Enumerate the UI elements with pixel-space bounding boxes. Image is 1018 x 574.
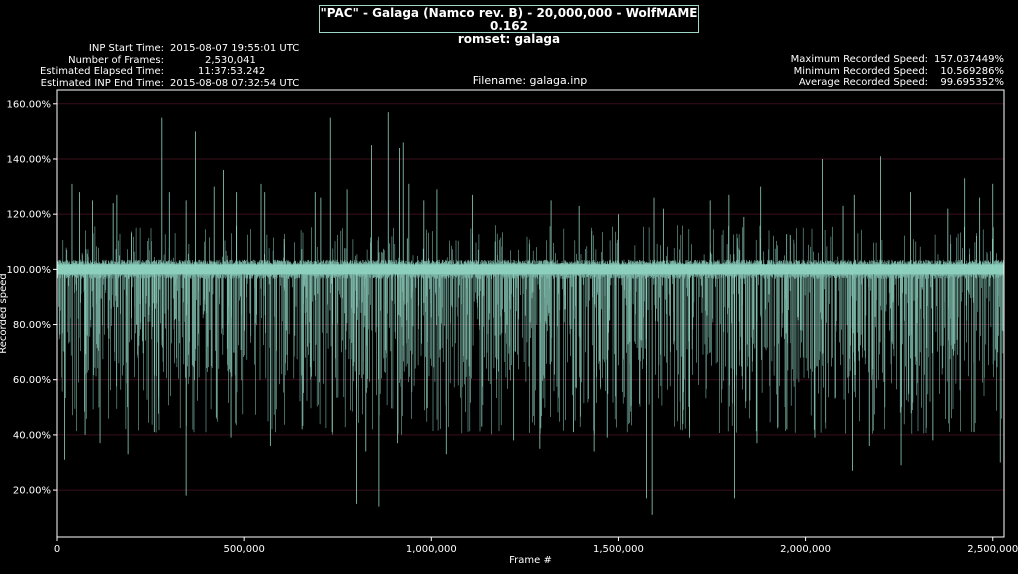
- y-tick-label: 140.00%: [7, 154, 52, 165]
- y-tick-label: 20.00%: [13, 486, 51, 497]
- x-tick-label: 2,000,000: [780, 544, 831, 555]
- y-axis-ticks: 20.00% 40.00% 60.00% 80.00% 100.00% 120.00% 14…: [7, 99, 57, 497]
- y-tick-label: 80.00%: [13, 320, 51, 331]
- x-tick-label: 1,000,000: [406, 544, 457, 555]
- x-tick-label: 2,500,000: [967, 544, 1018, 555]
- speed-baseline-band: [57, 264, 1004, 275]
- y-tick-label: 100.00%: [7, 265, 52, 276]
- y-axis-label: Recorded speed: [0, 273, 9, 353]
- y-tick-label: 60.00%: [13, 375, 51, 386]
- speed-chart: 20.00% 40.00% 60.00% 80.00% 100.00% 120.00% 14…: [0, 89, 1018, 566]
- x-axis-ticks: 0 500,000 1,000,000 1,500,000 2,000,000 2,500…: [54, 537, 1018, 555]
- speed-series: [56, 112, 1005, 515]
- x-tick-label: 1,500,000: [593, 544, 644, 555]
- y-tick-label: 160.00%: [7, 99, 52, 110]
- x-axis-label: Frame #: [509, 555, 552, 566]
- y-tick-label: 120.00%: [7, 210, 52, 221]
- x-tick-label: 500,000: [223, 544, 264, 555]
- y-tick-label: 40.00%: [13, 430, 51, 441]
- x-tick-label: 0: [54, 544, 60, 555]
- speed-series-body: [56, 225, 1005, 435]
